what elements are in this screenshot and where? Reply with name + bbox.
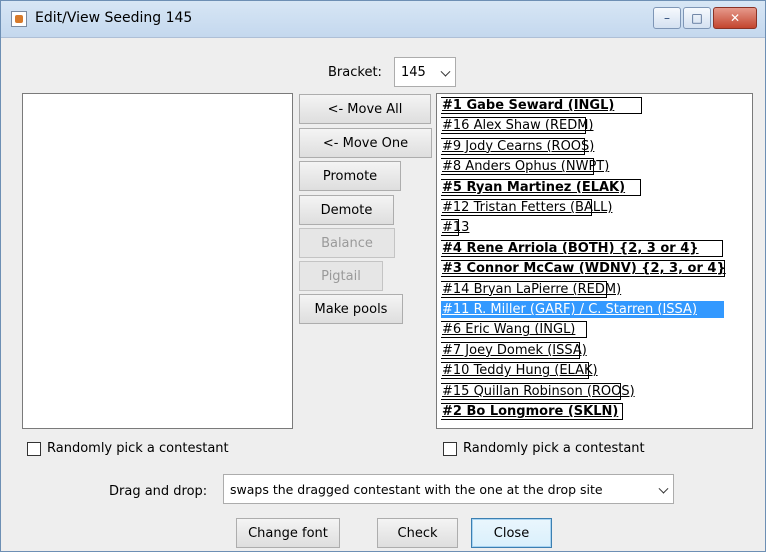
seeding-list-item[interactable]: #8 Anders Ophus (NWPT) [441,158,609,176]
promote-button[interactable]: Promote [299,161,401,191]
left-random-checkbox[interactable] [27,442,41,456]
seeding-list-item[interactable]: #14 Bryan LaPierre (REDM) [441,280,621,298]
right-random-checkbox[interactable] [443,442,457,456]
seeding-item-label: #4 Rene Arriola (BOTH) {2, 3 or 4} [442,240,699,256]
seeding-list-item[interactable]: #15 Quillan Robinson (ROOS) [441,382,635,400]
seeding-list-item[interactable]: #5 Ryan Martinez (ELAK) [441,178,641,196]
seeding-item-label: #13 [442,220,470,236]
seeding-item-label: #11 R. Miller (GARF) / C. Starren (ISSA) [442,302,698,317]
seeding-item-label: #2 Bo Longmore (SKLN) [442,404,619,419]
seeding-item-label: #9 Jody Cearns (ROOS) [442,138,595,154]
bracket-value: 145 [401,64,426,80]
right-random-label: Randomly pick a contestant [463,441,645,456]
seeding-list-item[interactable]: #7 Joey Domek (ISSA) [441,341,587,359]
bracket-label: Bracket: [328,65,382,80]
seeding-list-item[interactable]: #1 Gabe Seward (INGL) [441,97,642,114]
seeding-list-item[interactable]: #10 Teddy Hung (ELAK) [441,362,598,380]
chevron-down-icon [658,483,669,494]
seeding-item-label: #16 Alex Shaw (REDM) [442,118,594,134]
close-window-button[interactable]: ✕ [713,7,757,29]
seeding-item-label: #6 Eric Wang (INGL) [442,322,576,338]
seeding-item-label: #7 Joey Domek (ISSA) [442,342,587,358]
pigtail-button[interactable]: Pigtail [299,261,383,291]
close-button[interactable]: Close [471,518,552,548]
bracket-select[interactable]: 145 [394,57,456,87]
seeding-item-label: #8 Anders Ophus (NWPT) [442,159,610,175]
seeding-item-label: #5 Ryan Martinez (ELAK) [442,179,626,195]
window-title: Edit/View Seeding 145 [35,10,193,26]
seeding-list-item[interactable]: #11 R. Miller (GARF) / C. Starren (ISSA) [441,301,724,318]
seeding-list-item[interactable]: #13 [441,219,469,237]
seeding-list-item[interactable]: #16 Alex Shaw (REDM) [441,117,594,135]
seeding-item-label: #3 Connor McCaw (WDNV) {2, 3, or 4} [442,261,726,277]
left-random-label: Randomly pick a contestant [47,441,229,456]
seeding-item-label: #15 Quillan Robinson (ROOS) [442,383,635,399]
maximize-button[interactable]: □ [683,7,711,29]
seeding-item-label: #10 Teddy Hung (ELAK) [442,363,598,379]
move-one-button[interactable]: <- Move One [299,128,432,158]
change-font-button[interactable]: Change font [236,518,340,548]
demote-button[interactable]: Demote [299,195,394,225]
seeding-list-item[interactable]: #4 Rene Arriola (BOTH) {2, 3 or 4} [441,239,723,257]
title-bar[interactable]: Edit/View Seeding 145 – □ ✕ [1,1,765,38]
seeding-item-label: #1 Gabe Seward (INGL) [442,98,615,113]
make-pools-button[interactable]: Make pools [299,294,403,324]
seeding-window: Edit/View Seeding 145 – □ ✕ Bracket: 145… [0,0,766,552]
balance-button[interactable]: Balance [299,228,395,258]
chevron-down-icon [440,66,451,77]
check-button[interactable]: Check [377,518,458,548]
seeding-list-item[interactable]: #3 Connor McCaw (WDNV) {2, 3, or 4} [441,260,726,278]
drag-drop-label: Drag and drop: [109,484,208,499]
drag-drop-select[interactable]: swaps the dragged contestant with the on… [223,474,674,504]
seeding-list-item[interactable]: #9 Jody Cearns (ROOS) [441,137,594,155]
seeding-list-item[interactable]: #12 Tristan Fetters (BALL) [441,199,612,216]
seeding-item-label: #14 Bryan LaPierre (REDM) [442,281,622,297]
java-app-icon [11,11,27,27]
seeding-list-item[interactable]: #6 Eric Wang (INGL) [441,321,587,339]
seeding-list-item[interactable]: #2 Bo Longmore (SKLN) [441,403,623,420]
drag-drop-value: swaps the dragged contestant with the on… [230,481,603,497]
move-all-button[interactable]: <- Move All [299,94,431,124]
unseeded-list[interactable] [22,93,293,429]
minimize-button[interactable]: – [653,7,681,29]
seeding-item-label: #12 Tristan Fetters (BALL) [442,200,613,215]
